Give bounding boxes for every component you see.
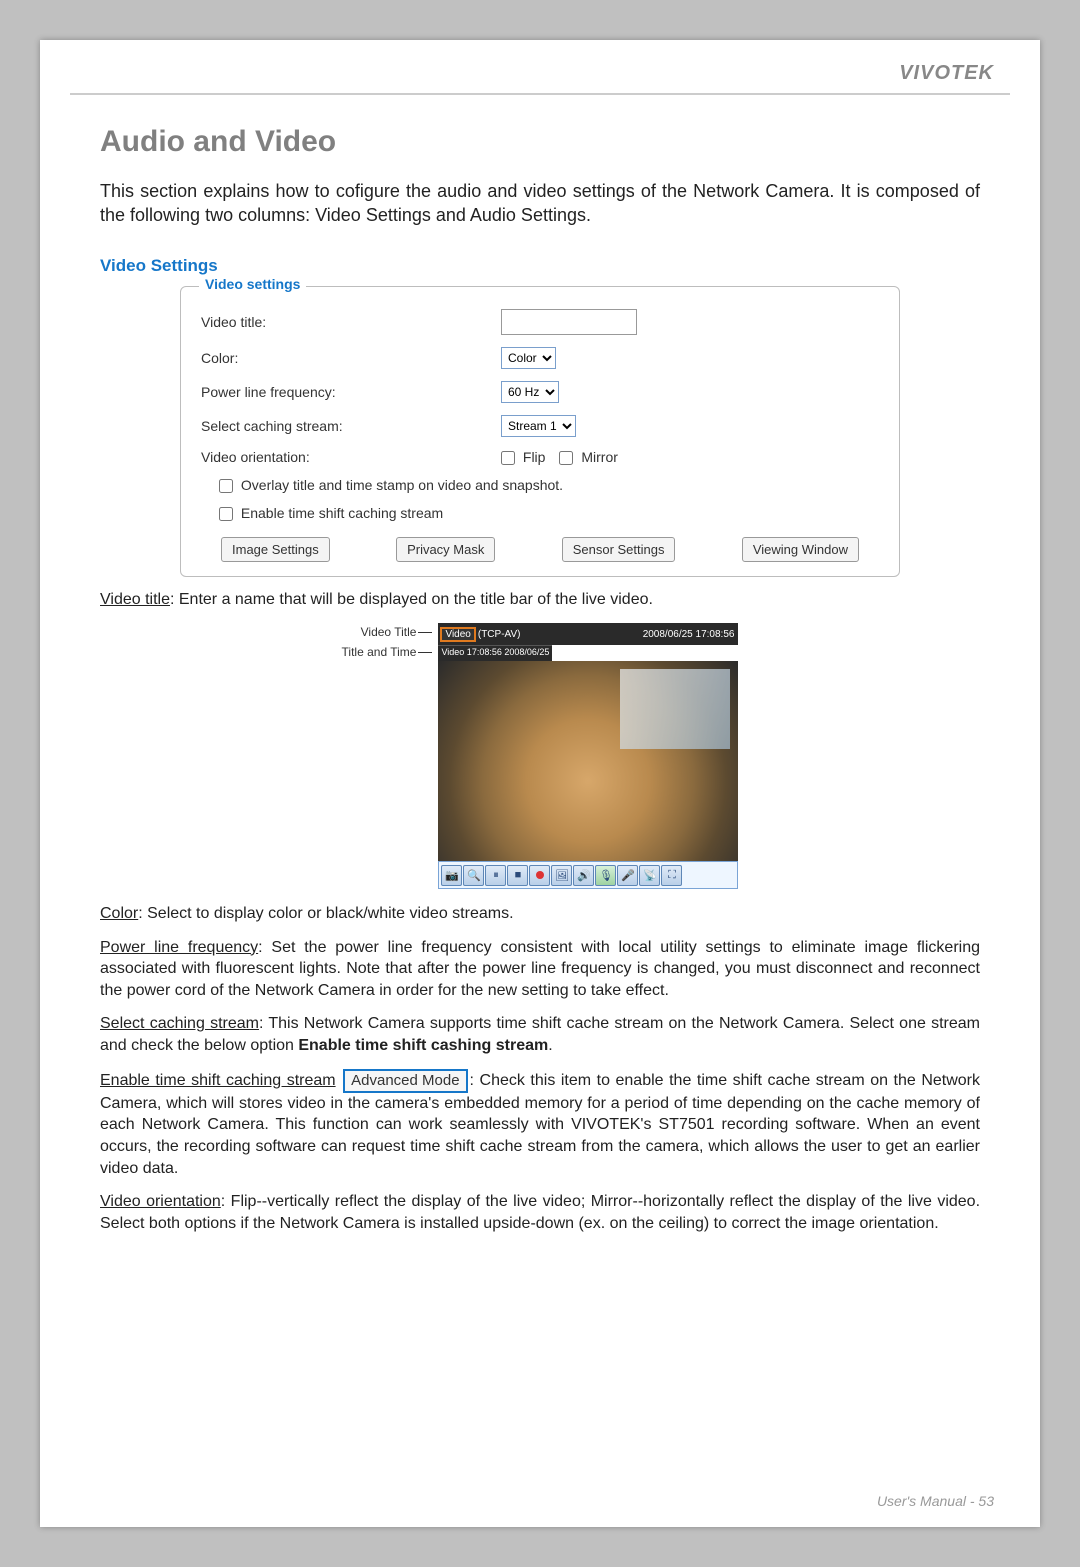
fig-label-titletime: Title and Time: [342, 645, 417, 659]
header-divider: [70, 93, 1010, 95]
label-orientation: Video orientation:: [201, 449, 501, 465]
video-overlay-timestamp: 2008/06/25 17:08:56: [643, 629, 735, 640]
u-color: Color: [100, 905, 138, 922]
sensor-settings-button[interactable]: Sensor Settings: [562, 537, 676, 562]
video-overlay-proto: (TCP-AV): [478, 629, 521, 640]
page-footer: User's Manual - 53: [877, 1493, 994, 1509]
volume-icon[interactable]: 🔊: [573, 865, 594, 886]
u-video-title: Video title: [100, 591, 170, 608]
snapshot-icon[interactable]: 🖼: [551, 865, 572, 886]
label-caching: Select caching stream:: [201, 418, 501, 434]
video-overlay-title: Video: [440, 627, 475, 642]
label-color: Color:: [201, 350, 501, 366]
footer-label: User's Manual -: [877, 1493, 978, 1509]
figure-wrap: Video Title Title and Time Video (TCP-AV…: [100, 623, 980, 889]
content-area: Audio and Video This section explains ho…: [40, 125, 1040, 1234]
advanced-mode-badge: Advanced Mode: [343, 1069, 467, 1093]
footer-page: 53: [978, 1493, 994, 1509]
row-overlay: Overlay title and time stamp on video an…: [201, 471, 879, 499]
row-plf: Power line frequency: 60 Hz: [201, 375, 879, 409]
caching-select[interactable]: Stream 1: [501, 415, 576, 437]
video-figure: Video (TCP-AV) 2008/06/25 17:08:56 Video…: [438, 623, 738, 889]
flip-checkbox[interactable]: [501, 451, 515, 465]
video-second-overlay: Video 17:08:56 2008/06/25: [438, 645, 552, 661]
video-second-bar: Video 17:08:56 2008/06/25: [438, 645, 738, 661]
row-enable-ts: Enable time shift caching stream: [201, 499, 879, 527]
u-plf: Power line frequency: [100, 939, 258, 956]
video-preview-image: [438, 661, 738, 861]
flip-label: Flip: [523, 449, 546, 465]
label-video-title: Video title:: [201, 314, 501, 330]
u-vo: Video orientation: [100, 1193, 221, 1210]
t-color: : Select to display color or black/white…: [138, 905, 513, 922]
page-title: Audio and Video: [100, 125, 980, 159]
record-icon[interactable]: [529, 865, 550, 886]
row-video-title: Video title:: [201, 303, 879, 341]
para-plf: Power line frequency: Set the power line…: [100, 937, 980, 1002]
color-select[interactable]: Color: [501, 347, 556, 369]
row-orientation: Video orientation: Flip Mirror: [201, 443, 879, 471]
overlay-option[interactable]: Overlay title and time stamp on video an…: [219, 477, 563, 493]
para-video-title: Video title: Enter a name that will be d…: [100, 589, 980, 611]
enable-ts-option[interactable]: Enable time shift caching stream: [219, 505, 443, 521]
camera-icon[interactable]: 📷: [441, 865, 462, 886]
intro-paragraph: This section explains how to cofigure th…: [100, 179, 980, 228]
page-header: VIVOTEK: [40, 40, 1040, 93]
fieldset-legend: Video settings: [199, 276, 306, 292]
mirror-checkbox[interactable]: [559, 451, 573, 465]
u-ets: Enable time shift caching stream: [100, 1072, 336, 1089]
enable-ts-label: Enable time shift caching stream: [241, 505, 443, 521]
stop-icon[interactable]: ■: [507, 865, 528, 886]
viewing-window-button[interactable]: Viewing Window: [742, 537, 859, 562]
video-title-input[interactable]: [501, 309, 637, 335]
label-plf: Power line frequency:: [201, 384, 501, 400]
mirror-label: Mirror: [581, 449, 618, 465]
plf-select[interactable]: 60 Hz: [501, 381, 559, 403]
t-vo: : Flip--vertically reflect the display o…: [100, 1193, 980, 1232]
talk-icon[interactable]: 🎙: [595, 865, 616, 886]
enable-ts-checkbox[interactable]: [219, 507, 233, 521]
image-settings-button[interactable]: Image Settings: [221, 537, 330, 562]
pause-icon[interactable]: ⏸: [485, 865, 506, 886]
broadcast-icon[interactable]: 📡: [639, 865, 660, 886]
row-color: Color: Color: [201, 341, 879, 375]
section-subhead: Video Settings: [100, 256, 980, 276]
flip-option[interactable]: Flip: [501, 449, 545, 465]
zoom-icon[interactable]: 🔍: [463, 865, 484, 886]
page: VIVOTEK Audio and Video This section exp…: [40, 40, 1040, 1527]
privacy-mask-button[interactable]: Privacy Mask: [396, 537, 495, 562]
button-row: Image Settings Privacy Mask Sensor Setti…: [201, 527, 879, 562]
mic-icon[interactable]: 🎤: [617, 865, 638, 886]
b-sel: Enable time shift cashing stream: [298, 1037, 548, 1054]
video-toolbar: 📷 🔍 ⏸ ■ 🖼 🔊 🎙 🎤 📡 ⛶: [438, 861, 738, 889]
overlay-checkbox[interactable]: [219, 479, 233, 493]
para-ets: Enable time shift caching stream Advance…: [100, 1069, 980, 1180]
mirror-option[interactable]: Mirror: [559, 449, 617, 465]
fullscreen-icon[interactable]: ⛶: [661, 865, 682, 886]
row-caching: Select caching stream: Stream 1: [201, 409, 879, 443]
para-vo: Video orientation: Flip--vertically refl…: [100, 1191, 980, 1234]
overlay-label: Overlay title and time stamp on video an…: [241, 477, 563, 493]
video-settings-fieldset: Video settings Video title: Color: Color…: [180, 286, 900, 578]
para-color: Color: Select to display color or black/…: [100, 903, 980, 925]
brand-text: VIVOTEK: [899, 62, 994, 84]
video-top-bar: Video (TCP-AV) 2008/06/25 17:08:56: [438, 623, 738, 645]
u-sel: Select caching stream: [100, 1015, 259, 1032]
figure-labels: Video Title Title and Time: [342, 623, 439, 889]
t-sel2: .: [548, 1037, 552, 1054]
t-video-title: : Enter a name that will be displayed on…: [170, 591, 653, 608]
para-sel: Select caching stream: This Network Came…: [100, 1013, 980, 1056]
fig-label-title: Video Title: [361, 625, 417, 639]
